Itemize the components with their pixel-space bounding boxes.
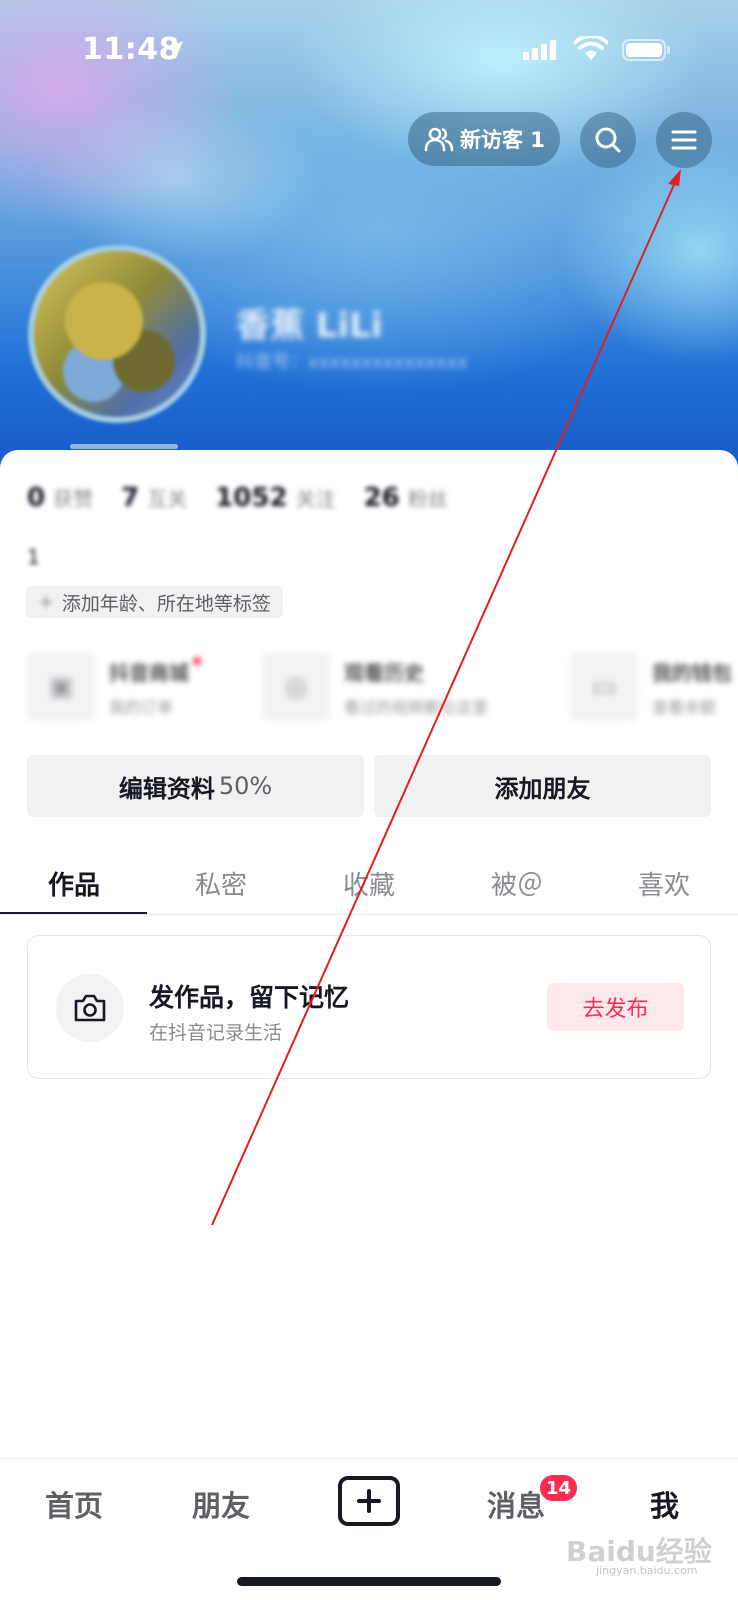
- nav-friends[interactable]: 朋友: [192, 1483, 250, 1525]
- home-indicator[interactable]: [237, 1577, 501, 1586]
- publish-subtitle: 在抖音记录生活: [149, 1022, 283, 1044]
- publish-prompt-card: 发作品，留下记忆 在抖音记录生活 去发布: [27, 935, 711, 1079]
- service-shop[interactable]: ▣ 抖音商城 我的订单: [27, 652, 201, 722]
- service-subtitle: 看过的视频都在这里: [344, 697, 489, 717]
- add-friends-button[interactable]: 添加朋友: [374, 755, 711, 817]
- wifi-icon: [574, 36, 608, 60]
- battery-icon: [622, 39, 670, 61]
- username: 香蕉 LiLi: [236, 306, 383, 346]
- avatar[interactable]: [28, 245, 206, 423]
- nav-me[interactable]: 我: [650, 1483, 679, 1525]
- new-visitors-button[interactable]: 新访客 1: [408, 112, 560, 166]
- new-visitors-label: 新访客 1: [460, 128, 545, 152]
- nav-home[interactable]: 首页: [45, 1483, 103, 1525]
- stat-following[interactable]: 1052 关注: [215, 483, 335, 513]
- plus-icon: +: [38, 591, 54, 613]
- stat-value: 0: [27, 483, 46, 513]
- nav-messages[interactable]: 消息: [487, 1483, 545, 1525]
- shop-icon: ▣: [27, 653, 95, 721]
- service-subtitle: 我的订单: [109, 697, 174, 717]
- tab-mentions[interactable]: 被＠: [443, 865, 591, 902]
- tab-favorites[interactable]: 收藏: [295, 865, 443, 902]
- watermark-url: jingyan.baidu.com: [596, 1564, 698, 1577]
- cellular-signal-icon: [523, 40, 556, 60]
- menu-button[interactable]: [656, 112, 712, 168]
- avatar-decoration: [70, 444, 178, 449]
- stat-label: 粉丝: [407, 487, 448, 511]
- divider: [0, 914, 738, 915]
- plus-icon: [357, 1489, 381, 1513]
- stat-likes[interactable]: 0 获赞: [27, 483, 93, 513]
- service-title: 观看历史: [344, 660, 424, 685]
- service-history[interactable]: ◎ 观看历史 看过的视频都在这里: [262, 652, 488, 722]
- search-icon: [595, 127, 621, 153]
- tab-works[interactable]: 作品: [0, 865, 148, 902]
- service-title: 抖音商城: [109, 660, 189, 685]
- wallet-icon: ▭: [570, 653, 638, 721]
- profile-completion: 50%: [218, 772, 273, 800]
- edit-profile-button[interactable]: 编辑资料 50%: [27, 755, 364, 817]
- edit-profile-label: 编辑资料: [118, 774, 215, 803]
- camera-icon: [74, 994, 106, 1022]
- notification-dot: [193, 656, 201, 665]
- tab-private[interactable]: 私密: [147, 865, 295, 902]
- people-icon: [424, 127, 454, 152]
- bio-text[interactable]: 1: [27, 545, 40, 569]
- publish-button[interactable]: 去发布: [547, 983, 684, 1031]
- service-wallet[interactable]: ▭ 我的钱包 查看余额: [570, 652, 732, 722]
- create-post-button[interactable]: [338, 1476, 400, 1526]
- camera-button[interactable]: [56, 974, 124, 1042]
- history-icon: ◎: [262, 653, 330, 721]
- stat-label: 关注: [295, 487, 336, 511]
- profile-stats: 0 获赞 7 互关 1052 关注 26 粉丝: [27, 480, 448, 516]
- stat-label: 获赞: [53, 487, 94, 511]
- status-bar: 11:48: [0, 28, 738, 72]
- service-title: 我的钱包: [652, 660, 732, 685]
- location-arrow-icon: [165, 41, 183, 59]
- service-subtitle: 查看余额: [652, 697, 717, 717]
- content-tabs: 作品 私密 收藏 被＠ 喜欢: [0, 855, 738, 915]
- stat-label: 互关: [147, 487, 188, 511]
- publish-title: 发作品，留下记忆: [149, 983, 350, 1012]
- stat-mutual[interactable]: 7 互关: [121, 483, 187, 513]
- stat-value: 7: [121, 483, 140, 513]
- search-button[interactable]: [580, 112, 636, 168]
- message-count-badge: 14: [538, 1473, 580, 1503]
- add-tags-button[interactable]: + 添加年龄、所在地等标签: [26, 586, 283, 618]
- user-id[interactable]: 抖音号：xxxxxxxxxxxxxxx: [236, 348, 468, 374]
- stat-followers[interactable]: 26 粉丝: [364, 483, 448, 513]
- tab-likes[interactable]: 喜欢: [590, 865, 738, 902]
- add-tags-label: 添加年龄、所在地等标签: [61, 592, 271, 615]
- stat-value: 26: [363, 483, 400, 513]
- add-friends-label: 添加朋友: [494, 774, 591, 803]
- stat-value: 1052: [215, 483, 288, 513]
- hamburger-menu-icon: [671, 130, 697, 150]
